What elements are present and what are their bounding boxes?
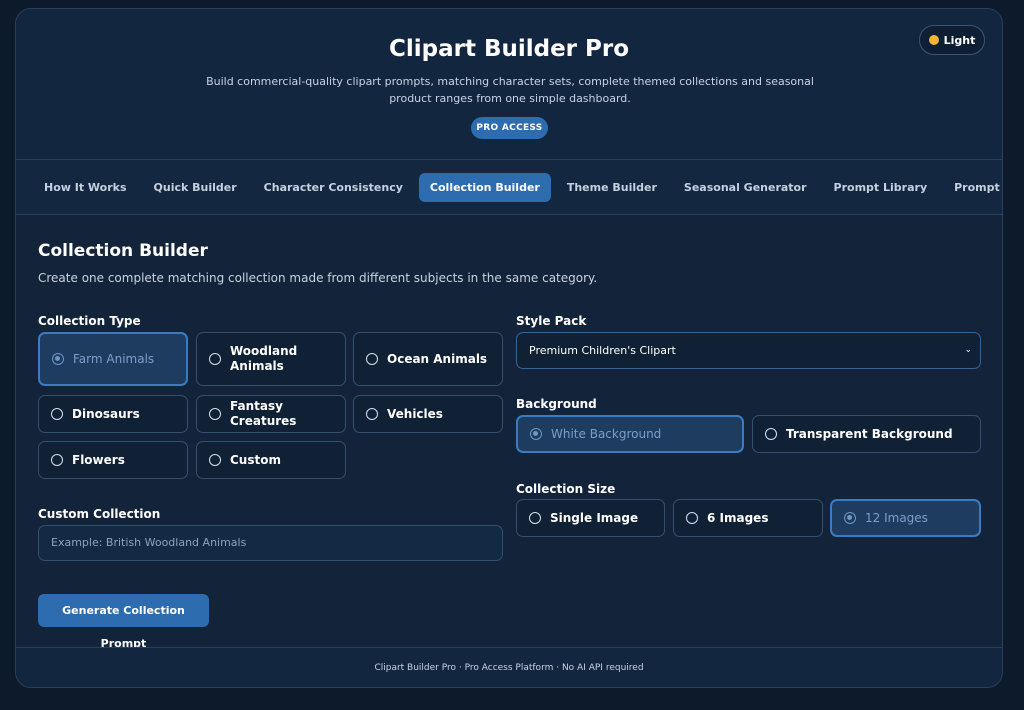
sun-icon [928, 35, 939, 45]
tab-collection-builder[interactable]: Collection Builder [418, 172, 551, 202]
section-description: Create one complete matching collection … [38, 271, 598, 285]
option-label: Woodland Animals [230, 344, 298, 373]
collection-type-option-woodland-animals[interactable]: Woodland Animals [196, 332, 346, 386]
radio-icon [366, 353, 378, 365]
tab-character-consistency[interactable]: Character Consistency [253, 173, 414, 202]
tab-theme-builder[interactable]: Theme Builder [556, 173, 668, 202]
collection-type-option-custom[interactable]: Custom [196, 441, 346, 479]
pro-access-badge: PRO ACCESS [471, 117, 548, 139]
collection-type-label: Collection Type [38, 314, 141, 328]
header: Clipart Builder Pro Build commercial-qua… [16, 9, 1002, 160]
tab-how-it-works[interactable]: How It Works [33, 173, 138, 202]
radio-icon [765, 428, 777, 440]
tab-seasonal-generator[interactable]: Seasonal Generator [673, 173, 818, 202]
radio-icon [366, 408, 378, 420]
tab-prompt-library[interactable]: Prompt Library [823, 173, 939, 202]
background-option-transparent[interactable]: Transparent Background [752, 415, 981, 453]
chevron-down-icon: ⌄ [964, 345, 972, 355]
app-window: Clipart Builder Pro Build commercial-qua… [15, 8, 1003, 688]
collection-type-option-flowers[interactable]: Flowers [38, 441, 188, 479]
option-label: Custom [230, 452, 281, 467]
footer: Clipart Builder Pro · Pro Access Platfor… [16, 647, 1002, 687]
radio-icon [51, 408, 63, 420]
radio-icon [52, 353, 64, 365]
collection-size-option-6[interactable]: 6 Images [673, 499, 823, 537]
radio-icon [209, 454, 221, 466]
style-pack-select[interactable]: Premium Children's Clipart ⌄ [516, 332, 981, 369]
option-label: 12 Images [865, 510, 928, 525]
style-pack-value: Premium Children's Clipart [529, 344, 676, 357]
collection-type-option-farm-animals[interactable]: Farm Animals [38, 332, 188, 386]
radio-icon [209, 408, 221, 420]
option-label: 6 Images [707, 510, 769, 525]
collection-size-label: Collection Size [516, 482, 616, 496]
radio-icon [529, 512, 541, 524]
radio-icon [686, 512, 698, 524]
tab-prompt[interactable]: Prompt [943, 173, 1002, 202]
collection-type-option-vehicles[interactable]: Vehicles [353, 395, 503, 433]
page-subtitle: Build commercial-quality clipart prompts… [206, 75, 814, 105]
option-label: White Background [551, 426, 662, 441]
option-label: Ocean Animals [387, 351, 488, 366]
radio-icon [530, 428, 542, 440]
radio-icon [51, 454, 63, 466]
theme-toggle-label: Light [943, 33, 976, 47]
option-label: Single Image [550, 510, 639, 525]
tab-bar: How It Works Quick Builder Character Con… [16, 160, 1002, 215]
radio-icon [844, 512, 856, 524]
option-label: Vehicles [387, 406, 443, 421]
radio-icon [209, 353, 221, 365]
page-title: Clipart Builder Pro [388, 36, 630, 62]
collection-type-option-dinosaurs[interactable]: Dinosaurs [38, 395, 188, 433]
collection-size-option-12[interactable]: 12 Images [830, 499, 981, 537]
collection-size-option-single[interactable]: Single Image [516, 499, 665, 537]
section-title: Collection Builder [38, 241, 208, 261]
main-content: Collection Builder Create one complete m… [16, 215, 1002, 650]
collection-type-option-fantasy-creatures[interactable]: Fantasy Creatures [196, 395, 346, 433]
option-label: Dinosaurs [72, 406, 140, 421]
option-label: Fantasy Creatures [230, 399, 297, 428]
style-pack-label: Style Pack [516, 314, 587, 328]
tab-quick-builder[interactable]: Quick Builder [143, 173, 248, 202]
collection-type-option-ocean-animals[interactable]: Ocean Animals [353, 332, 503, 386]
option-label: Farm Animals [73, 351, 155, 366]
background-option-white[interactable]: White Background [516, 415, 744, 453]
background-label: Background [516, 397, 597, 411]
custom-collection-input[interactable]: Example: British Woodland Animals [38, 525, 503, 561]
option-label: Transparent Background [786, 426, 953, 441]
custom-collection-label: Custom Collection [38, 507, 161, 521]
option-label: Flowers [72, 452, 125, 467]
generate-collection-prompt-button[interactable]: Generate Collection Prompt [38, 594, 209, 650]
theme-toggle-button[interactable]: Light [919, 25, 985, 55]
